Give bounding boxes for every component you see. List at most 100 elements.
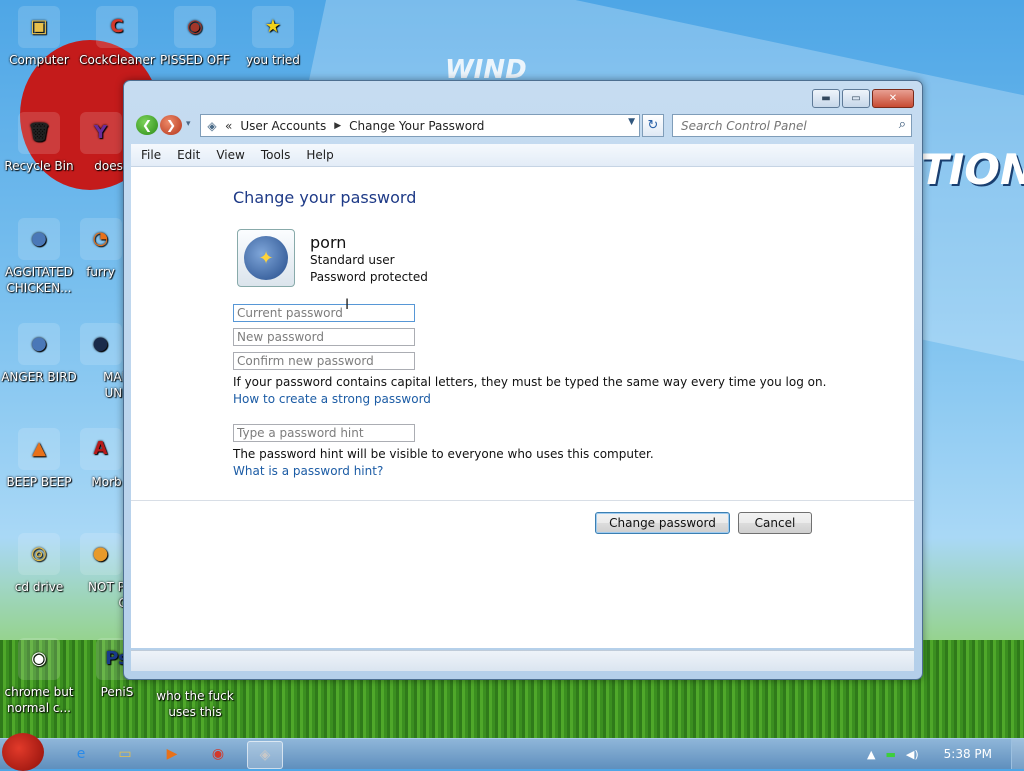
desktop-icon-morb-reac[interactable]: A Morb Reac xyxy=(78,428,123,490)
change-password-button[interactable]: Change password xyxy=(595,512,730,534)
hint-visibility-note: The password hint will be visible to eve… xyxy=(233,447,654,461)
control-panel-icon: ◈ xyxy=(207,118,217,133)
desktop-icon-who-uses-this[interactable]: who the fuck uses this xyxy=(156,688,234,720)
desktop-icon-label: cd drive xyxy=(14,580,64,594)
star-icon: ★ xyxy=(252,6,294,48)
search-input[interactable] xyxy=(673,117,893,134)
menu-help[interactable]: Help xyxy=(298,148,341,162)
search-box: ⌕ xyxy=(672,114,912,137)
desktop-icon-label: MAD B UNIVE xyxy=(103,370,123,400)
desktop-icon-anger-bird[interactable]: ● ANGER BIRD xyxy=(0,323,78,385)
user-avatar: ✦ xyxy=(237,229,295,287)
desktop-icon-not-p-bird[interactable]: ● NOT P BIRD G xyxy=(78,533,123,611)
user-account-type: Standard user xyxy=(310,253,395,267)
desktop-icon-does-work[interactable]: Y does work xyxy=(78,112,123,174)
breadcrumb-separator-icon[interactable]: ▶ xyxy=(334,121,341,131)
clock[interactable]: 5:38 PM xyxy=(944,747,992,761)
firefox-icon: ◔ xyxy=(79,218,122,260)
desktop-icon-computer[interactable]: ▣ Computer xyxy=(0,6,78,68)
page-title: Change your password xyxy=(233,188,417,207)
current-password-field[interactable] xyxy=(233,304,415,322)
maximize-button[interactable]: ▭ xyxy=(842,89,870,108)
desktop-icon-label: Computer xyxy=(9,53,69,67)
cd-drive-icon: ◎ xyxy=(18,533,60,575)
new-password-field[interactable] xyxy=(233,328,415,346)
desktop-icon-cockcleaner[interactable]: C CockCleaner xyxy=(78,6,156,68)
taskbar-explorer-icon[interactable]: ▭ xyxy=(108,741,142,767)
desktop-icon-label: PISSED OFF xyxy=(160,53,230,67)
desktop-icon-label: BEEP BEEP xyxy=(6,475,72,489)
desktop-icon-label: PeniS xyxy=(100,685,134,699)
volume-icon[interactable]: ◀) xyxy=(906,748,919,761)
desktop-icon-pissed-off[interactable]: ◉ PISSED OFF xyxy=(156,6,234,68)
desktop-icon-label: AGGITATED CHICKEN... xyxy=(5,265,73,295)
chrome-icon: ◉ xyxy=(18,638,60,680)
user-name: porn xyxy=(310,233,347,252)
show-hidden-icons-icon[interactable]: ▲ xyxy=(867,748,875,761)
address-dropdown-icon[interactable]: ▼ xyxy=(628,117,635,127)
desktop-icon-label: you tried xyxy=(246,53,300,67)
angry-bird-icon: ● xyxy=(18,218,60,260)
divider xyxy=(131,500,914,501)
content-pane: Change your password ✦ porn Standard use… xyxy=(131,167,914,648)
desktop-icon-label: ANGER BIRD xyxy=(1,370,77,384)
navigation-bar: ❮ ❯ ▾ ◈ « User Accounts ▶ Change Your Pa… xyxy=(134,114,912,138)
network-icon[interactable]: ▬ xyxy=(885,748,895,761)
password-hint-field[interactable] xyxy=(233,424,415,442)
taskbar-media-player-icon[interactable]: ▶ xyxy=(155,741,189,767)
close-button[interactable]: ✕ xyxy=(872,89,914,108)
desktop-icon-beep-beep[interactable]: ▲ BEEP BEEP xyxy=(0,428,78,490)
desktop-icon-chrome[interactable]: ◉ chrome but normal c... xyxy=(0,638,78,716)
breadcrumb-change-password[interactable]: Change Your Password xyxy=(349,119,484,133)
address-bar[interactable]: ◈ « User Accounts ▶ Change Your Password… xyxy=(200,114,640,137)
window-controls: ▬ ▭ ✕ xyxy=(812,89,914,108)
menu-file[interactable]: File xyxy=(131,148,169,162)
acrobat-icon: A xyxy=(79,428,122,470)
taskbar: e ▭ ▶ ◉ ◈ ▲ ▬ ◀) 5:38 PM xyxy=(0,733,1024,771)
password-hint-link[interactable]: What is a password hint? xyxy=(233,464,383,478)
capital-letters-note: If your password contains capital letter… xyxy=(233,375,827,389)
breadcrumb-overflow[interactable]: « xyxy=(225,119,232,133)
desktop-icon-label: CockCleaner xyxy=(79,53,155,67)
menu-edit[interactable]: Edit xyxy=(169,148,208,162)
refresh-button[interactable]: ↻ xyxy=(642,114,664,137)
start-button[interactable] xyxy=(2,733,44,771)
show-desktop-button[interactable] xyxy=(1011,739,1024,769)
confirm-password-field[interactable] xyxy=(233,352,415,370)
breadcrumb-user-accounts[interactable]: User Accounts xyxy=(240,119,326,133)
avatar-image-icon: ✦ xyxy=(244,236,288,280)
desktop-icon-label: chrome but normal c... xyxy=(4,685,74,715)
desktop-icon-label: does work xyxy=(94,159,123,173)
taskbar-chrome-icon[interactable]: ◉ xyxy=(201,741,235,767)
search-icon[interactable]: ⌕ xyxy=(899,117,906,132)
desktop-icon-aggitated-chicken[interactable]: ● AGGITATED CHICKEN... xyxy=(0,218,78,296)
taskbar-control-panel-icon[interactable]: ◈ xyxy=(247,741,283,769)
yahoo-icon: Y xyxy=(79,112,122,154)
angry-bird-space-icon: ● xyxy=(79,323,122,365)
desktop-icon-you-tried[interactable]: ★ you tried xyxy=(234,6,312,68)
desktop-icon-furry[interactable]: ◔ furry xyxy=(78,218,123,280)
menu-bar: File Edit View Tools Help xyxy=(131,144,914,167)
menu-view[interactable]: View xyxy=(208,148,252,162)
strong-password-link[interactable]: How to create a strong password xyxy=(233,392,431,406)
menu-tools[interactable]: Tools xyxy=(253,148,299,162)
desktop-icon-label: Recycle Bin xyxy=(4,159,74,173)
taskbar-ie-icon[interactable]: e xyxy=(64,741,98,767)
desktop-icon-label: who the fuck uses this xyxy=(156,689,234,719)
bad-piggies-icon: ● xyxy=(79,533,122,575)
desktop-icon-label: Morb Reac xyxy=(91,475,123,489)
desktop-icon-label: furry xyxy=(86,265,115,279)
angry-bird-icon: ● xyxy=(18,323,60,365)
back-button[interactable]: ❮ xyxy=(136,115,158,135)
system-tray: ▲ ▬ ◀) 5:38 PM xyxy=(862,739,1024,769)
status-bar xyxy=(131,650,914,671)
cancel-button[interactable]: Cancel xyxy=(738,512,812,534)
cleaner-icon: C xyxy=(96,6,138,48)
minimize-button[interactable]: ▬ xyxy=(812,89,840,108)
forward-button[interactable]: ❯ xyxy=(160,115,182,135)
desktop-icon-mad-birds[interactable]: ● MAD B UNIVE xyxy=(78,323,123,401)
recent-pages-dropdown[interactable]: ▾ xyxy=(186,119,191,129)
text-cursor-icon: I xyxy=(345,297,350,313)
desktop-icon-cd-drive[interactable]: ◎ cd drive xyxy=(0,533,78,595)
desktop-icon-recycle-bin[interactable]: 🗑 Recycle Bin xyxy=(0,112,78,174)
